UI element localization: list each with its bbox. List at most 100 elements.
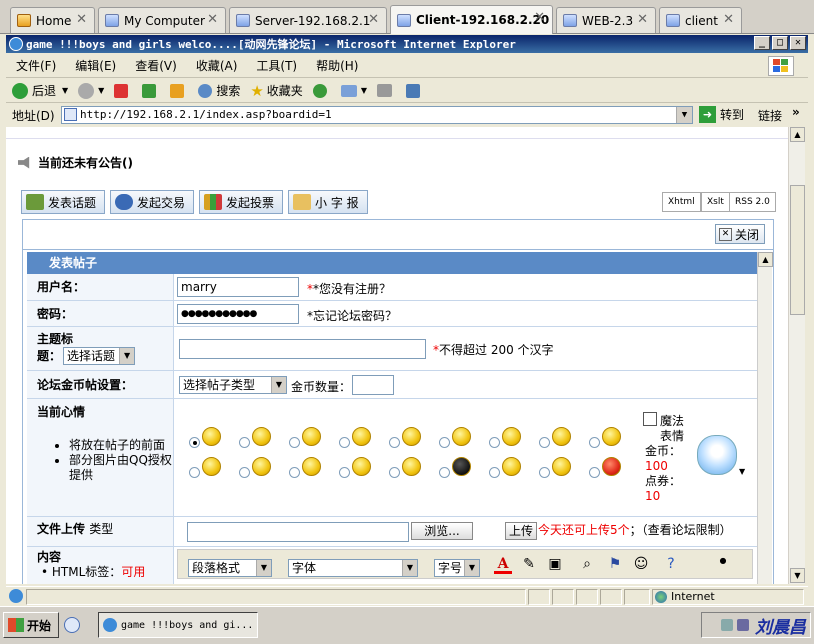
mood-radio[interactable] <box>239 437 250 448</box>
emoticon-icon[interactable] <box>452 457 471 476</box>
emoticon-icon[interactable] <box>502 457 521 476</box>
mood-radio[interactable] <box>539 437 550 448</box>
go-button[interactable]: ➜ 转到 <box>699 106 744 123</box>
network-icon[interactable] <box>721 619 733 631</box>
menu-tools[interactable]: 工具(T) <box>256 57 297 74</box>
font-size-select[interactable]: 字号 ▼ <box>434 559 480 577</box>
scroll-thumb[interactable] <box>790 185 805 315</box>
mood-radio[interactable] <box>589 437 600 448</box>
rss-link[interactable]: RSS 2.0 <box>729 192 776 212</box>
emoticon-icon[interactable] <box>302 457 321 476</box>
flag-icon[interactable]: ⚑ <box>606 556 624 574</box>
emoticon-icon[interactable] <box>552 457 571 476</box>
gold-amount-input[interactable] <box>352 375 394 395</box>
emoticon-icon[interactable] <box>352 427 371 446</box>
quick-launch-ie-icon[interactable] <box>64 617 80 633</box>
taskbar-ie-window[interactable]: game !!!boys and gi... <box>98 612 258 638</box>
dropdown-arrow-icon[interactable]: ▼ <box>739 467 745 476</box>
start-vote-button[interactable]: 发起投票 <box>199 190 284 214</box>
menu-file[interactable]: 文件(F) <box>16 57 56 74</box>
close-icon[interactable]: ✕ <box>368 12 379 27</box>
close-icon[interactable]: ✕ <box>76 12 87 27</box>
register-hint[interactable]: **您没有注册？ <box>307 280 391 297</box>
mood-radio[interactable] <box>289 467 300 478</box>
font-color-icon[interactable]: A <box>494 556 512 574</box>
back-button[interactable]: 后退 ▼ <box>12 82 68 99</box>
links-label[interactable]: 链接 <box>758 107 782 124</box>
xhtml-link[interactable]: Xhtml <box>662 192 701 212</box>
home-button[interactable] <box>170 83 188 98</box>
menu-view[interactable]: 查看(V) <box>135 57 177 74</box>
host-tab-client2[interactable]: client ✕ <box>659 7 742 33</box>
host-tab-home[interactable]: Home ✕ <box>10 7 95 33</box>
mood-radio[interactable] <box>539 467 550 478</box>
close-icon[interactable]: ✕ <box>723 12 734 27</box>
post-topic-button[interactable]: 发表话题 <box>21 190 106 214</box>
scroll-up-icon[interactable]: ▲ <box>758 252 773 267</box>
refresh-button[interactable] <box>142 83 160 98</box>
password-field[interactable]: ●●●●●●●●●●● <box>177 304 299 324</box>
page-scrollbar[interactable]: ▲ ▼ <box>788 127 805 584</box>
menu-edit[interactable]: 编辑(E) <box>75 57 116 74</box>
emoticon-icon[interactable] <box>452 427 471 446</box>
close-icon[interactable]: ✕ <box>637 12 648 27</box>
emoticon-icon[interactable] <box>202 427 221 446</box>
address-input[interactable]: http://192.168.2.1/index.asp?boardid=1 ▼ <box>61 106 693 124</box>
emoticon-icon[interactable] <box>252 427 271 446</box>
host-tab-web[interactable]: WEB-2.3 ✕ <box>556 7 656 33</box>
emoticon-icon[interactable] <box>302 427 321 446</box>
emoticon-icon[interactable] <box>202 457 221 476</box>
upload-file-input[interactable] <box>187 522 409 542</box>
start-trade-button[interactable]: 发起交易 <box>110 190 195 214</box>
print-button[interactable] <box>376 84 396 97</box>
favorites-button[interactable]: ★ 收藏夹 <box>250 82 302 100</box>
mood-radio[interactable] <box>239 467 250 478</box>
host-tab-server[interactable]: Server-192.168.2.1 ✕ <box>229 7 387 33</box>
scroll-down-icon[interactable]: ▼ <box>790 568 805 583</box>
username-field[interactable]: marry <box>177 277 299 297</box>
highlight-icon[interactable]: ✎ <box>520 556 538 574</box>
mood-radio[interactable] <box>289 437 300 448</box>
dropdown-arrow-icon[interactable]: ▼ <box>676 107 692 123</box>
mail-button[interactable]: ▼ <box>340 84 367 97</box>
browse-button[interactable]: 浏览... <box>411 522 473 540</box>
mood-radio[interactable] <box>339 437 350 448</box>
font-select[interactable]: 字体 ▼ <box>288 559 418 577</box>
xslt-link[interactable]: Xslt <box>701 192 730 212</box>
chevron-right-icon[interactable]: » <box>792 105 800 119</box>
mood-radio[interactable] <box>489 437 500 448</box>
forward-button[interactable]: ▼ <box>78 82 104 99</box>
mood-radio[interactable] <box>189 467 200 478</box>
emoticon-icon[interactable] <box>252 457 271 476</box>
menu-help[interactable]: 帮助(H) <box>316 57 358 74</box>
emoticon-icon[interactable] <box>602 457 621 476</box>
maximize-button[interactable]: □ <box>772 36 788 50</box>
close-button[interactable]: ✕ 关闭 <box>715 224 765 244</box>
subject-input[interactable] <box>179 339 426 359</box>
stop-button[interactable] <box>114 83 132 98</box>
close-icon[interactable]: ✕ <box>207 12 218 27</box>
find-icon[interactable]: ⌕ <box>578 556 596 574</box>
close-window-button[interactable]: ✕ <box>790 36 806 50</box>
emoticon-icon[interactable] <box>402 457 421 476</box>
mood-radio[interactable] <box>189 437 200 448</box>
volume-icon[interactable] <box>737 619 749 631</box>
small-poster-button[interactable]: 小 字 报 <box>288 190 368 214</box>
search-button[interactable]: 搜索 <box>198 82 240 99</box>
mood-radio[interactable] <box>439 437 450 448</box>
start-button[interactable]: 开始 <box>3 612 59 638</box>
mood-radio[interactable] <box>389 467 400 478</box>
mood-radio[interactable] <box>439 467 450 478</box>
post-type-select[interactable]: 选择帖子类型 ▼ <box>179 376 287 394</box>
emoticon-icon[interactable] <box>502 427 521 446</box>
emoticon-icon[interactable] <box>402 427 421 446</box>
emoticon-icon[interactable] <box>352 457 371 476</box>
host-tab-my-computer[interactable]: My Computer ✕ <box>98 7 226 33</box>
minimize-button[interactable]: _ <box>754 36 770 50</box>
scroll-up-icon[interactable]: ▲ <box>790 127 805 142</box>
mood-radio[interactable] <box>339 467 350 478</box>
close-icon[interactable]: ✕ <box>534 10 545 25</box>
help-icon[interactable]: ? <box>662 556 680 574</box>
menu-favorites[interactable]: 收藏(A) <box>196 57 238 74</box>
mood-radio[interactable] <box>389 437 400 448</box>
